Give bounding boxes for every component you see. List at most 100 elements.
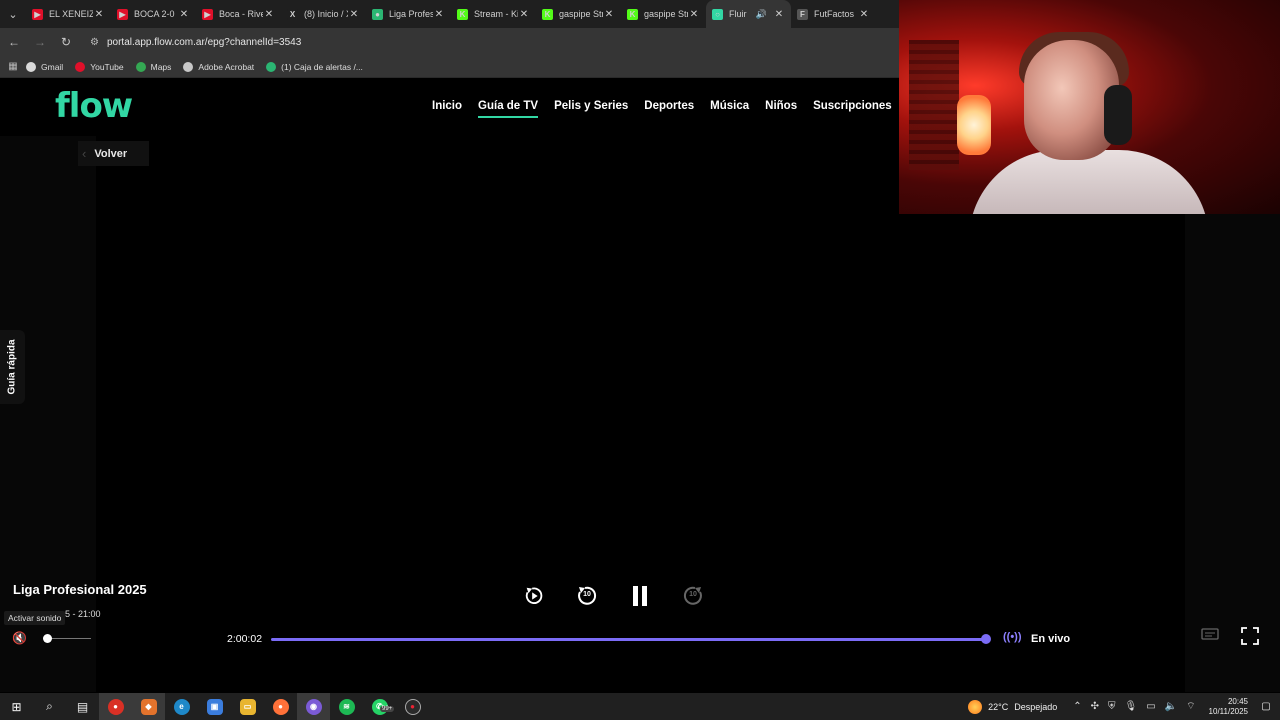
nav-item[interactable]: Música: [710, 100, 749, 112]
nav-item[interactable]: Pelis y Series: [554, 100, 628, 112]
tab-close-icon[interactable]: ✕: [518, 9, 530, 20]
weather-icon[interactable]: [968, 699, 983, 714]
quick-guide-tab[interactable]: Guía rápida: [0, 330, 25, 404]
app-taskbar-icon[interactable]: ◆: [132, 693, 165, 720]
forward-10-button[interactable]: 10: [681, 584, 705, 608]
apps-grid-icon[interactable]: ▦: [0, 61, 26, 72]
browser-tab[interactable]: Kgaspipe Stream✕: [621, 0, 706, 28]
tab-favicon-icon: K: [457, 8, 468, 20]
tab-title: Boca - River: [219, 9, 263, 19]
url-text: portal.app.flow.com.ar/epg?channelId=354…: [106, 36, 302, 48]
chevron-left-icon: ‹: [82, 146, 87, 161]
weather-condition[interactable]: Despejado: [1014, 702, 1057, 712]
task-view-icon[interactable]: ▤: [66, 693, 99, 720]
forward-arrow-icon[interactable]: →: [28, 30, 52, 54]
tab-search-button[interactable]: ⌄: [0, 0, 26, 28]
windows-start-icon[interactable]: ⊞: [0, 693, 33, 720]
browser-tab[interactable]: K Stream - Kick✕: [451, 0, 536, 28]
tab-close-icon[interactable]: ✕: [93, 9, 105, 20]
tab-favicon-icon: ▶: [202, 8, 213, 20]
wifi-icon[interactable]: ⌔: [1186, 700, 1195, 713]
tab-favicon-icon: ○: [712, 8, 723, 20]
speaker-icon[interactable]: 🔈: [1165, 701, 1177, 712]
reload-icon[interactable]: ↻: [54, 30, 78, 54]
notifications-icon[interactable]: ▢: [1256, 701, 1276, 712]
subtitles-icon[interactable]: [1201, 628, 1219, 642]
system-tray: 22°C Despejado ⌃ ✣ ⛨ 🎙 ▭ 🔈 ⌔ 20:45 10/11…: [968, 693, 1280, 720]
restart-button[interactable]: [522, 584, 546, 608]
rewind-seconds: 10: [583, 591, 591, 598]
tab-close-icon[interactable]: ✕: [688, 9, 700, 20]
clock[interactable]: 20:45 10/11/2025: [1209, 697, 1248, 717]
chrome-taskbar-icon[interactable]: ●: [99, 693, 132, 720]
tab-title: BOCA 2-0: [134, 9, 175, 19]
tab-audio-icon[interactable]: 🔊: [756, 9, 767, 20]
tab-title: Stream - Kick: [474, 9, 518, 19]
fullscreen-icon[interactable]: [1241, 627, 1259, 645]
clock-time: 20:45: [1227, 696, 1248, 706]
browser-tab[interactable]: ○ Fluir 🔊 ✕: [706, 0, 791, 28]
bookmark-item[interactable]: Adobe Acrobat: [183, 61, 254, 72]
pause-button[interactable]: [628, 584, 652, 608]
volume-slider-track[interactable]: [47, 638, 91, 639]
tab-close-icon[interactable]: ✕: [773, 9, 785, 20]
address-bar[interactable]: ⚙ portal.app.flow.com.ar/epg?channelId=3…: [84, 31, 900, 53]
bookmark-item[interactable]: (1) Caja de alertas /...: [266, 61, 363, 72]
webcam-headset: [1104, 85, 1132, 145]
store-taskbar-icon[interactable]: ▣: [198, 693, 231, 720]
live-label[interactable]: En vivo: [1031, 633, 1070, 645]
display-icon[interactable]: ▭: [1146, 701, 1155, 712]
bookmark-label: Maps: [150, 61, 172, 72]
shield-icon[interactable]: ⛨: [1108, 701, 1116, 712]
seek-bar[interactable]: [271, 638, 986, 641]
tab-close-icon[interactable]: ✕: [263, 9, 275, 20]
browser-tab[interactable]: ▶ Boca - River✕: [196, 0, 281, 28]
tab-close-icon[interactable]: ✕: [178, 9, 190, 20]
bookmark-item[interactable]: YouTube: [75, 61, 124, 72]
back-arrow-icon[interactable]: ←: [2, 30, 26, 54]
nav-item[interactable]: Niños: [765, 100, 797, 112]
site-info-icon[interactable]: ⚙: [90, 37, 99, 48]
tab-close-icon[interactable]: ✕: [858, 9, 870, 20]
flow-logo[interactable]: flow: [55, 86, 133, 126]
nav-item[interactable]: Deportes: [644, 100, 694, 112]
recorder-taskbar-icon[interactable]: ●: [396, 693, 429, 720]
whatsapp-taskbar-icon[interactable]: ✆ 99+: [363, 693, 396, 720]
tab-close-icon[interactable]: ✕: [603, 9, 615, 20]
bookmark-item[interactable]: Gmail: [26, 61, 64, 72]
weather-temperature[interactable]: 22°C: [988, 702, 1008, 712]
microphone-icon[interactable]: 🎙: [1125, 701, 1138, 712]
discord-taskbar-icon[interactable]: ◉: [297, 693, 330, 720]
bookmark-label: YouTube: [90, 61, 124, 72]
quick-guide-label: Guía rápida: [6, 339, 18, 395]
bookmark-label: Gmail: [41, 61, 64, 72]
browser-tab[interactable]: ▶ BOCA 2-0 ✕: [111, 0, 196, 28]
tab-close-icon[interactable]: ✕: [348, 9, 360, 20]
tab-title: Liga Profesional: [389, 9, 433, 19]
browser-tab[interactable]: ▶ EL XENEIZE✕: [26, 0, 111, 28]
volume-slider-handle[interactable]: [43, 634, 52, 643]
seek-bar-handle[interactable]: [981, 634, 991, 644]
edge-taskbar-icon[interactable]: e: [165, 693, 198, 720]
file-explorer-taskbar-icon[interactable]: ▭: [231, 693, 264, 720]
tab-close-icon[interactable]: ✕: [433, 9, 445, 20]
network-app-icon[interactable]: ✣: [1091, 701, 1099, 712]
bookmark-item[interactable]: Maps: [135, 61, 172, 72]
chevron-up-icon[interactable]: ⌃: [1073, 701, 1081, 712]
nav-item[interactable]: Inicio: [432, 100, 462, 112]
firefox-taskbar-icon[interactable]: ●: [264, 693, 297, 720]
nav-item[interactable]: Guía de TV: [478, 100, 539, 118]
browser-tab[interactable]: Kgaspipe Stream✕: [536, 0, 621, 28]
browser-tab[interactable]: ● Liga Profesional✕: [366, 0, 451, 28]
browser-tab[interactable]: X (8) Inicio / X ✕: [281, 0, 366, 28]
spotify-taskbar-icon[interactable]: ≋: [330, 693, 363, 720]
search-icon[interactable]: ⌕: [33, 693, 66, 720]
webcam-wall-panel: [909, 40, 959, 170]
tab-favicon-icon: ●: [372, 8, 383, 20]
video-player[interactable]: [96, 136, 1185, 692]
rewind-10-button[interactable]: 10: [575, 584, 599, 608]
browser-tab[interactable]: F FutFactos ✕: [791, 0, 876, 28]
volume-muted-icon[interactable]: 🔇: [12, 631, 27, 645]
nav-item[interactable]: Suscripciones: [813, 100, 892, 112]
back-button[interactable]: ‹ Volver: [78, 141, 149, 166]
